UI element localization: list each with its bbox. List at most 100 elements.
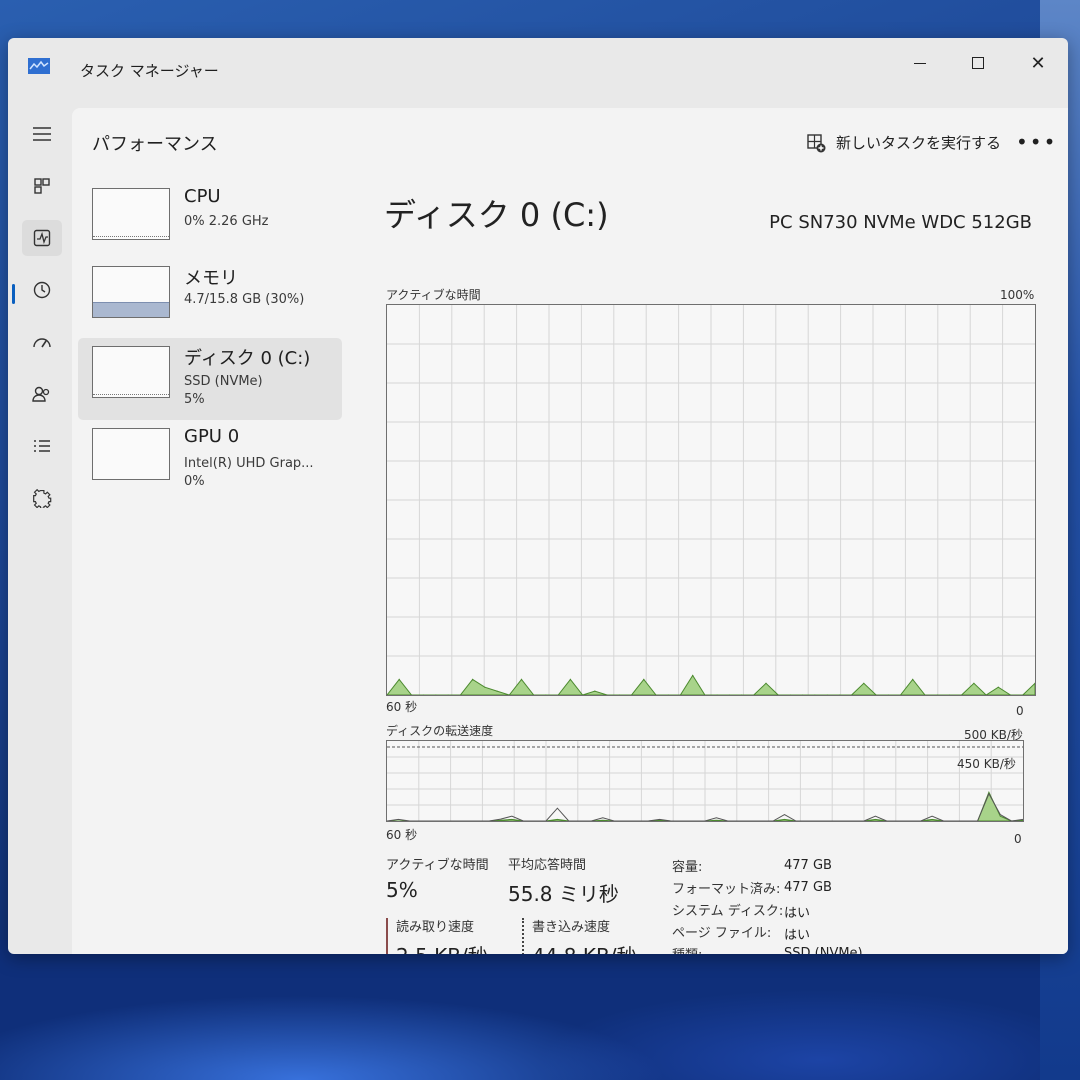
info-capacity-label: 容量: [672, 860, 703, 875]
resource-item-gpu[interactable]: GPU 0 Intel(R) UHD Grap... 0% [78, 420, 342, 502]
active-time-data-point [728, 694, 730, 695]
active-time-data-point [692, 674, 694, 677]
response-time-value: 55.8 ミリ秒 [508, 882, 619, 906]
navigation-sidebar [8, 94, 72, 954]
active-time-chart-label: アクティブな時間 [386, 288, 481, 302]
task-manager-window: タスク マネージャー ✕ パフォーマンス 新しいタスクを実行する ••• CPU… [8, 38, 1068, 954]
active-time-data-point [484, 686, 486, 688]
resource-item-disk[interactable]: ディスク 0 (C:) SSD (NVMe) 5% [78, 338, 342, 420]
hamburger-menu-icon [33, 127, 51, 141]
resource-name: ディスク 0 (C:) [184, 348, 311, 369]
active-time-data-point [973, 682, 975, 684]
active-time-data-point [997, 686, 999, 688]
details-icon [34, 440, 50, 452]
info-type-label: 種類: [672, 944, 702, 954]
disk-title: ディスク 0 (C:) [384, 196, 609, 234]
resource-item-cpu[interactable]: CPU 0% 2.26 GHz [78, 180, 342, 262]
nav-processes[interactable] [22, 168, 62, 204]
info-formatted-label: フォーマット済み: [672, 882, 781, 897]
resource-detail: Intel(R) UHD Grap... [184, 456, 314, 471]
info-page-file-label: ページ ファイル: [672, 926, 772, 941]
title-bar[interactable]: タスク マネージャー ✕ [8, 38, 1068, 94]
response-time-label: 平均応答時間 [508, 858, 587, 873]
active-time-data-point [912, 678, 914, 680]
processes-icon [34, 178, 50, 194]
active-time-data-point [863, 682, 865, 684]
active-time-value: 5% [386, 878, 418, 902]
active-time-chart-plot [387, 305, 1035, 695]
write-speed-marker [522, 918, 524, 954]
resource-usage: 0% [184, 474, 205, 489]
info-system-disk-label: システム ディスク: [672, 904, 784, 919]
resource-detail: 0% 2.26 GHz [184, 214, 269, 229]
app-history-icon [33, 281, 51, 299]
nav-app-history[interactable] [22, 272, 62, 308]
resource-name: CPU [184, 186, 221, 207]
active-time-data-point [887, 694, 889, 695]
active-nav-indicator [12, 284, 15, 304]
info-system-disk-value: はい [784, 906, 811, 921]
read-speed-marker [386, 918, 388, 954]
active-time-chart-max: 100% [1000, 288, 1035, 302]
hamburger-menu-button[interactable] [22, 116, 62, 152]
page-title: パフォーマンス [92, 134, 218, 155]
active-time-chart-x-right: 0 [1016, 704, 1024, 718]
nav-performance[interactable] [22, 220, 62, 256]
write-speed-value: 44.8 KB/秒 [532, 940, 636, 954]
active-time-data-point [447, 694, 449, 695]
users-icon [32, 386, 50, 402]
memory-usage-fill [93, 302, 169, 317]
active-time-data-point [569, 678, 571, 680]
transfer-rate-chart-plot [387, 741, 1023, 821]
active-time-data-point [789, 694, 792, 695]
nav-users[interactable] [22, 376, 62, 412]
info-page-file-value: はい [784, 928, 811, 943]
active-time-data-point [765, 682, 767, 684]
read-speed-value: 2.5 KB/秒 [396, 940, 488, 954]
nav-startup-apps[interactable] [22, 324, 62, 360]
active-time-data-point [545, 694, 547, 695]
close-button[interactable]: ✕ [1018, 48, 1058, 78]
active-time-data-point [838, 694, 840, 695]
disk-detail-panel: ディスク 0 (C:) PC SN730 NVMe WDC 512GB アクティ… [368, 108, 1068, 954]
active-time-data-point [594, 690, 596, 692]
resource-usage: 5% [184, 392, 205, 407]
task-manager-app-icon [28, 58, 50, 74]
active-time-data-point [741, 694, 743, 695]
active-time-data-point [643, 678, 645, 680]
active-time-label: アクティブな時間 [386, 858, 489, 873]
active-time-data-point [496, 690, 498, 692]
resource-name: メモリ [184, 268, 238, 289]
maximize-button[interactable] [958, 48, 998, 78]
active-time-data-point [520, 678, 523, 680]
cpu-thumbnail-graph [92, 188, 170, 240]
active-time-data-point [423, 694, 425, 695]
active-time-chart-x-left: 60 秒 [386, 700, 418, 714]
active-time-data-point [398, 678, 400, 680]
nav-details[interactable] [22, 428, 62, 464]
active-time-data-point [618, 694, 620, 695]
resource-item-memory[interactable]: メモリ 4.7/15.8 GB (30%) [78, 258, 342, 340]
transfer-chart-x-left: 60 秒 [386, 828, 418, 842]
transfer-rate-chart: 450 KB/秒 [386, 740, 1024, 822]
minimize-button[interactable] [900, 48, 940, 78]
transfer-chart-label: ディスクの転送速度 [386, 724, 494, 738]
active-time-chart [386, 304, 1036, 696]
disk-thumbnail-graph [92, 346, 170, 398]
gpu-thumbnail-graph [92, 428, 170, 480]
nav-services[interactable] [22, 480, 62, 516]
active-time-data-point [802, 694, 804, 695]
performance-page: パフォーマンス 新しいタスクを実行する ••• CPU 0% 2.26 GHz … [72, 108, 1068, 954]
services-icon [33, 488, 52, 508]
write-speed-label: 書き込み速度 [532, 920, 611, 935]
startup-apps-icon [33, 338, 51, 348]
maximize-icon [972, 57, 984, 69]
window-title: タスク マネージャー [80, 62, 219, 80]
info-capacity-value: 477 GB [784, 858, 832, 873]
disk-model: PC SN730 NVMe WDC 512GB [769, 212, 1032, 233]
resource-detail: 4.7/15.8 GB (30%) [184, 292, 305, 307]
minimize-icon [914, 62, 926, 64]
info-type-value: SSD (NVMe) [784, 946, 863, 954]
disk-thumbnail-line [93, 393, 169, 395]
active-time-data-point [948, 694, 950, 695]
